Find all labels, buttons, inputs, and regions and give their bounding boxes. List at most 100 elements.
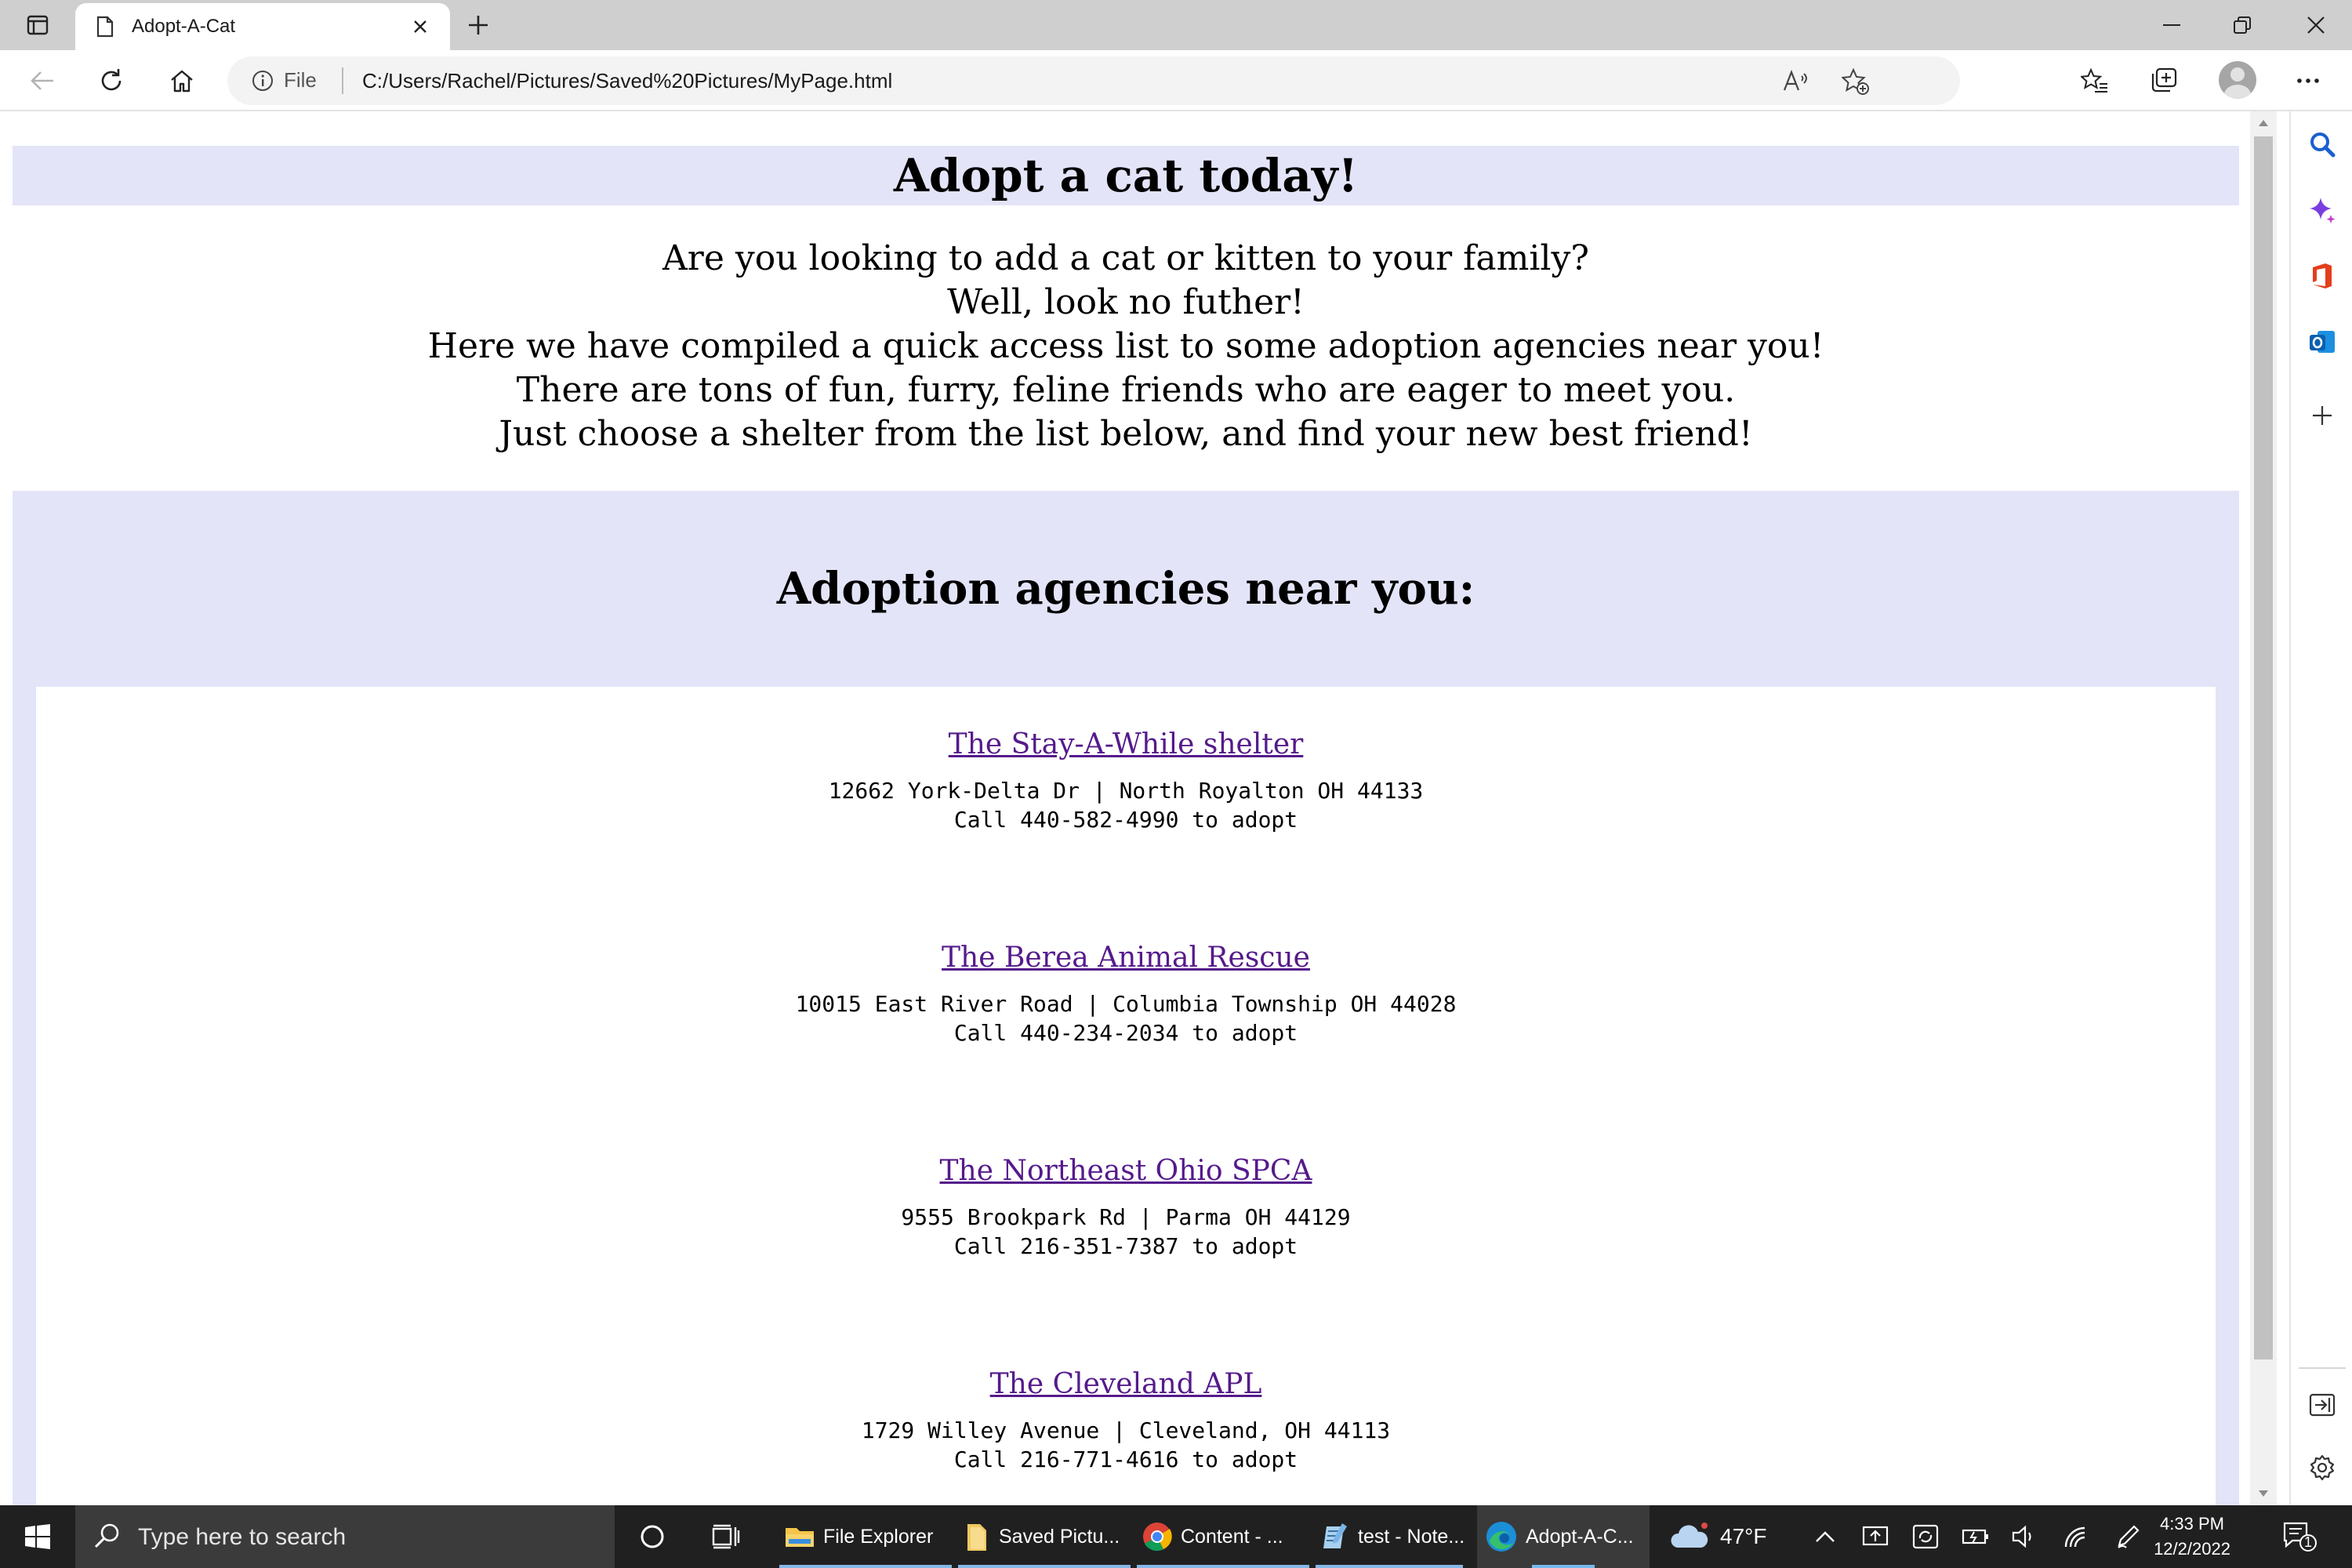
cortana-button[interactable]	[621, 1505, 684, 1568]
taskbar-app-chrome[interactable]: Content - ...	[1134, 1505, 1312, 1568]
notification-count: 1	[2304, 1534, 2313, 1550]
tray-sync-button[interactable]	[1910, 1521, 1941, 1552]
close-tab-icon[interactable]	[408, 14, 433, 39]
favorites-list-icon	[2081, 68, 2107, 93]
taskbar-app-label: Saved Pictu...	[999, 1525, 1120, 1548]
edge-icon	[1486, 1522, 1516, 1552]
agencies-section: Adoption agencies near you: The Stay-A-W…	[13, 491, 2239, 1505]
intro-line: There are tons of fun, furry, feline fri…	[516, 370, 1736, 410]
sidebar-settings-button[interactable]	[2305, 1450, 2339, 1485]
url-text[interactable]: C:/Users/Rachel/Pictures/Saved%20Picture…	[362, 69, 892, 93]
agency-address: 1729 Willey Avenue | Cleveland, OH 44113	[861, 1417, 1391, 1443]
site-info-button[interactable]: File	[251, 68, 317, 93]
intro-line: Are you looking to add a cat or kitten t…	[662, 238, 1589, 278]
network-button[interactable]	[2060, 1521, 2092, 1552]
agency-item: The Northeast Ohio SPCA 9555 Brookpark R…	[36, 1152, 2216, 1366]
favorites-button[interactable]	[2078, 64, 2112, 98]
volume-button[interactable]	[2009, 1521, 2040, 1552]
chevron-up-icon	[1816, 1531, 1835, 1542]
folder-icon	[786, 1528, 814, 1547]
agency-list: The Stay-A-While shelter 12662 York-Delt…	[36, 687, 2216, 1505]
scroll-thumb[interactable]	[2254, 136, 2273, 1359]
agency-address: 9555 Brookpark Rd | Parma OH 44129	[901, 1204, 1351, 1230]
new-tab-button[interactable]	[463, 9, 494, 41]
profile-avatar[interactable]	[2219, 61, 2256, 99]
edge-sidebar	[2289, 111, 2352, 1505]
start-button[interactable]	[0, 1505, 75, 1568]
add-favorite-button[interactable]	[1841, 67, 1871, 96]
home-button[interactable]	[165, 64, 199, 98]
page-viewport: Adopt a cat today! Are you looking to ad…	[0, 111, 2289, 1505]
sidebar-outlook-button[interactable]	[2305, 325, 2339, 359]
battery-button[interactable]	[1960, 1521, 1991, 1552]
collections-icon	[2151, 67, 2177, 93]
tab-title: Adopt-A-Cat	[132, 16, 236, 37]
taskbar-search-box[interactable]: Type here to search	[75, 1505, 615, 1568]
restore-button[interactable]	[2219, 6, 2266, 44]
pen-workspace-button[interactable]	[2112, 1521, 2143, 1552]
sidebar-discover-button[interactable]	[2305, 193, 2339, 227]
sidebar-office-button[interactable]	[2305, 259, 2339, 293]
sparkle-icon	[2310, 198, 2336, 223]
agency-item: The Cleveland APL 1729 Willey Avenue | C…	[36, 1366, 2216, 1505]
back-button[interactable]	[25, 64, 60, 98]
browser-tab-strip: Adopt-A-Cat	[0, 0, 2352, 50]
home-icon	[171, 70, 193, 93]
read-aloud-button[interactable]	[1781, 67, 1811, 96]
agencies-heading: Adoption agencies near you:	[776, 563, 1475, 615]
notification-center-button[interactable]: 1	[2281, 1521, 2318, 1552]
tray-display-button[interactable]	[1860, 1521, 1891, 1552]
display-upload-icon	[1862, 1526, 1889, 1546]
scroll-down-arrow-icon[interactable]	[2250, 1483, 2277, 1504]
taskbar-app-file-explorer[interactable]: File Explorer	[776, 1505, 955, 1568]
agency-link[interactable]: The Northeast Ohio SPCA	[940, 1152, 1312, 1190]
scroll-up-arrow-icon[interactable]	[2250, 113, 2277, 133]
taskbar-app-saved-pictures[interactable]: Saved Pictu...	[955, 1505, 1134, 1568]
clock-time: 4:33 PM	[2160, 1514, 2224, 1534]
taskbar-app-edge[interactable]: Adopt-A-C...	[1477, 1505, 1650, 1568]
cloud-icon	[1671, 1523, 1708, 1548]
close-icon	[2307, 16, 2325, 34]
close-window-button[interactable]	[2292, 6, 2339, 44]
panel-collapse-icon	[2309, 1393, 2336, 1417]
restore-icon	[2234, 16, 2251, 34]
weather-widget[interactable]: 47°F	[1668, 1505, 1766, 1568]
chrome-icon	[1143, 1523, 1172, 1552]
taskbar-running-indicator	[1532, 1565, 1595, 1568]
browser-tab-active[interactable]: Adopt-A-Cat	[75, 3, 450, 50]
task-view-button[interactable]	[695, 1505, 757, 1568]
agency-item: The Stay-A-While shelter 12662 York-Delt…	[36, 726, 2216, 939]
weather-temperature: 47°F	[1720, 1524, 1767, 1548]
clock-date: 12/2/2022	[2154, 1539, 2230, 1559]
address-bar[interactable]: File C:/Users/Rachel/Pictures/Saved%20Pi…	[227, 56, 1960, 105]
sidebar-search-button[interactable]	[2305, 127, 2339, 162]
intro-paragraph: Are you looking to add a cat or kitten t…	[13, 205, 2239, 491]
refresh-button[interactable]	[94, 64, 129, 98]
collections-button[interactable]	[2147, 64, 2181, 98]
minimize-button[interactable]	[2148, 6, 2195, 44]
agency-link[interactable]: The Berea Animal Rescue	[942, 939, 1310, 977]
read-aloud-icon	[1783, 70, 1807, 91]
search-icon	[94, 1523, 119, 1548]
refresh-icon	[101, 69, 122, 91]
battery-charging-icon	[1962, 1529, 1988, 1544]
page-scrollbar[interactable]	[2250, 111, 2277, 1505]
web-page: Adopt a cat today! Are you looking to ad…	[13, 146, 2239, 1505]
tab-actions-button[interactable]	[22, 11, 53, 39]
browser-toolbar: File C:/Users/Rachel/Pictures/Saved%20Pi…	[0, 50, 2352, 111]
agency-address: 12662 York-Delta Dr | North Royalton OH …	[828, 778, 1424, 804]
taskbar-app-notepad[interactable]: test - Note...	[1312, 1505, 1466, 1568]
agency-link[interactable]: The Cleveland APL	[990, 1366, 1262, 1403]
notepad-icon	[1323, 1523, 1347, 1548]
sidebar-divider	[2299, 1367, 2346, 1369]
more-icon	[2297, 78, 2319, 83]
agency-address: 10015 East River Road | Columbia Townshi…	[795, 991, 1457, 1017]
sidebar-add-button[interactable]	[2305, 398, 2339, 433]
show-hidden-icons-button[interactable]	[1809, 1521, 1841, 1552]
plus-icon	[469, 16, 488, 34]
settings-more-button[interactable]	[2291, 64, 2325, 98]
system-clock[interactable]: 4:33 PM 12/2/2022	[2145, 1512, 2239, 1562]
sidebar-hide-button[interactable]	[2305, 1388, 2339, 1422]
tab-actions-icon	[27, 15, 49, 35]
agency-link[interactable]: The Stay-A-While shelter	[949, 726, 1304, 764]
